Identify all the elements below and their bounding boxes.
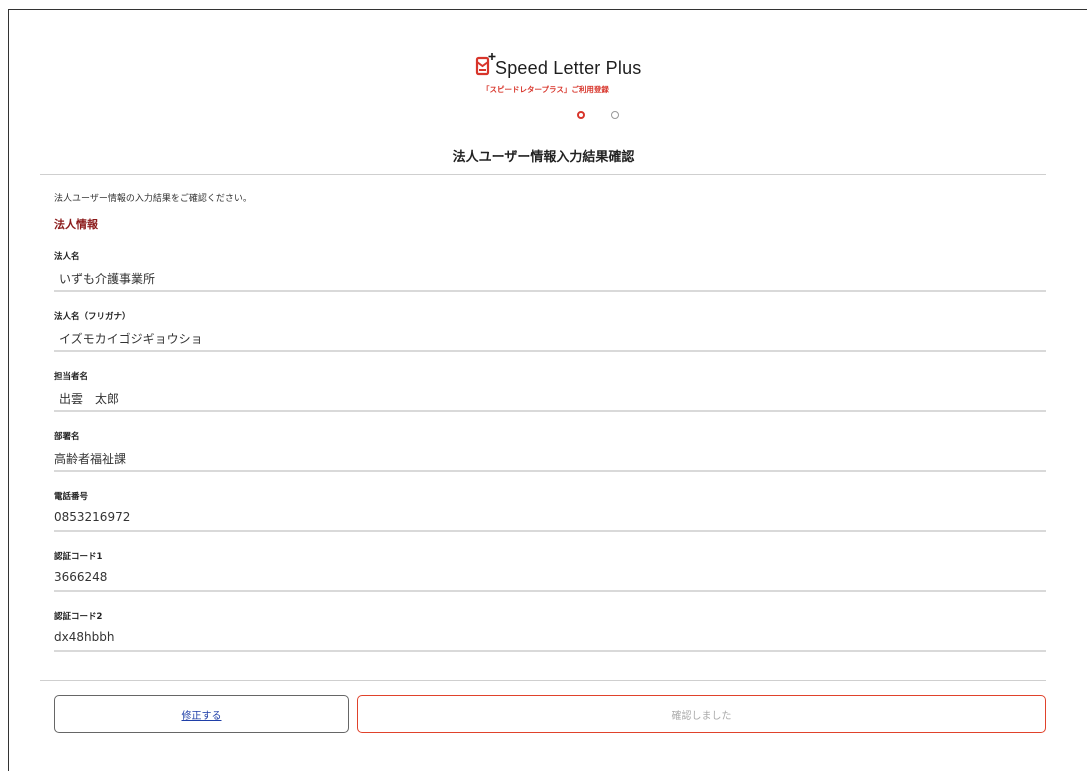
page-frame xyxy=(8,9,1087,771)
step-dot-next xyxy=(611,111,619,119)
app-logo: Speed Letter Plus 「スピードレタープラス」ご利用登録 xyxy=(475,52,675,98)
field-underline xyxy=(54,650,1046,652)
logo-subtitle: 「スピードレタープラス」ご利用登録 xyxy=(482,85,609,94)
field-value: イズモカイゴジギョウショ xyxy=(59,332,203,346)
section-title: 法人情報 xyxy=(54,218,98,231)
field-label: 認証コード1 xyxy=(54,552,103,562)
field-underline xyxy=(54,290,1046,292)
field-value: いずも介護事業所 xyxy=(59,272,156,286)
confirm-button-label: 確認しました xyxy=(671,710,732,722)
field-value: 出雲 太郎 xyxy=(59,392,120,406)
mail-plus-icon xyxy=(475,53,496,76)
field-label: 電話番号 xyxy=(54,492,89,502)
confirm-button[interactable]: 確認しました xyxy=(357,695,1046,733)
divider-bottom xyxy=(40,680,1046,681)
field-underline xyxy=(54,350,1046,352)
field-label: 法人名 xyxy=(54,252,80,262)
edit-button-label: 修正する xyxy=(181,710,222,722)
field-label: 担当者名 xyxy=(54,372,89,382)
field-underline xyxy=(54,470,1046,472)
step-dot-current xyxy=(577,111,585,119)
field-label: 認証コード2 xyxy=(54,612,103,622)
field-underline xyxy=(54,530,1046,532)
field-value: 0853216972 xyxy=(54,510,131,524)
intro-text: 法人ユーザー情報の入力結果をご確認ください。 xyxy=(54,194,252,204)
field-label: 法人名（フリガナ） xyxy=(54,312,131,322)
field-value: 3666248 xyxy=(54,570,108,584)
edit-button[interactable]: 修正する xyxy=(54,695,349,733)
field-value: dx48hbbh xyxy=(54,630,115,644)
page-title: 法人ユーザー情報入力結果確認 xyxy=(452,150,635,165)
field-value: 高齢者福祉課 xyxy=(54,452,127,466)
divider-top xyxy=(40,174,1046,175)
field-underline xyxy=(54,590,1046,592)
field-underline xyxy=(54,410,1046,412)
logo-text: Speed Letter Plus xyxy=(495,58,642,78)
field-label: 部署名 xyxy=(54,432,80,442)
